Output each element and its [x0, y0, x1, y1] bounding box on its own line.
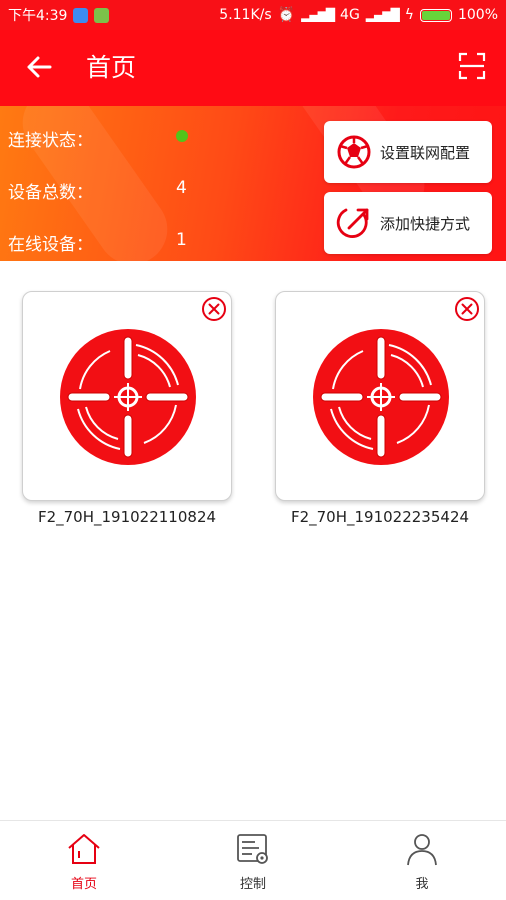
tab-me-label: 我 [415, 877, 429, 892]
network-config-icon [337, 135, 371, 169]
tab-home-label: 首页 [70, 877, 97, 892]
usb-notification-icon [73, 7, 89, 23]
device-total-label: 设备总数： [8, 183, 93, 203]
remove-device-icon[interactable] [201, 296, 227, 322]
charging-icon: ϟ [404, 7, 414, 23]
status-net-speed: 5.11K/s [219, 7, 272, 23]
status-battery: 100% [457, 7, 498, 23]
online-devices-label: 在线设备： [8, 235, 93, 255]
bottom-tab-bar: 首页 控制 我 [0, 820, 506, 900]
battery-icon [419, 8, 452, 22]
remove-device-icon[interactable] [454, 296, 480, 322]
connection-status-label: 连接状态： [8, 131, 93, 151]
device-total-value: 4 [176, 178, 187, 198]
person-icon [407, 834, 437, 866]
tab-control-label: 控制 [239, 877, 266, 892]
alarm-icon: ⏰ [277, 7, 296, 23]
home-icon [68, 834, 100, 864]
network-config-label: 设置联网配置 [380, 143, 471, 162]
back-arrow-icon[interactable] [24, 52, 54, 82]
status-time: 下午4:39 [8, 8, 68, 24]
shortcut-arrow-icon [336, 208, 369, 238]
online-devices-value: 1 [176, 230, 187, 250]
status-network: 4G [340, 7, 360, 23]
add-shortcut-button[interactable]: 添加快捷方式 [324, 192, 492, 254]
tab-control[interactable]: 控制 [193, 831, 313, 892]
android-notification-icon [94, 7, 110, 23]
scan-icon[interactable] [458, 52, 486, 80]
connection-status-indicator [176, 130, 188, 142]
device-crosshair-icon [313, 329, 449, 465]
network-config-button[interactable]: 设置联网配置 [324, 121, 492, 183]
device-crosshair-icon [60, 329, 196, 465]
app-bar: 首页 [0, 30, 506, 106]
tab-home[interactable]: 首页 [24, 831, 144, 892]
device-name: F2_70H_191022110824 [37, 508, 217, 526]
device-card[interactable] [22, 291, 232, 501]
page-title: 首页 [86, 53, 137, 82]
device-card[interactable] [275, 291, 485, 501]
tab-me[interactable]: 我 [362, 831, 482, 892]
signal-icon-2: ▂▄▆█ [365, 8, 400, 22]
add-shortcut-label: 添加快捷方式 [380, 214, 471, 233]
control-panel-icon [237, 834, 268, 864]
summary-banner: 连接状态： 设备总数： 4 在线设备： 1 设置联网配置 添加快捷方式 [0, 106, 506, 261]
device-name: F2_70H_191022235424 [290, 508, 470, 526]
status-bar: 下午4:39 5.11K/s ⏰ ▂▄▆█ 4G ▂▄▆█ ϟ 100% [0, 0, 506, 30]
signal-icon: ▂▄▆█ [301, 8, 335, 22]
